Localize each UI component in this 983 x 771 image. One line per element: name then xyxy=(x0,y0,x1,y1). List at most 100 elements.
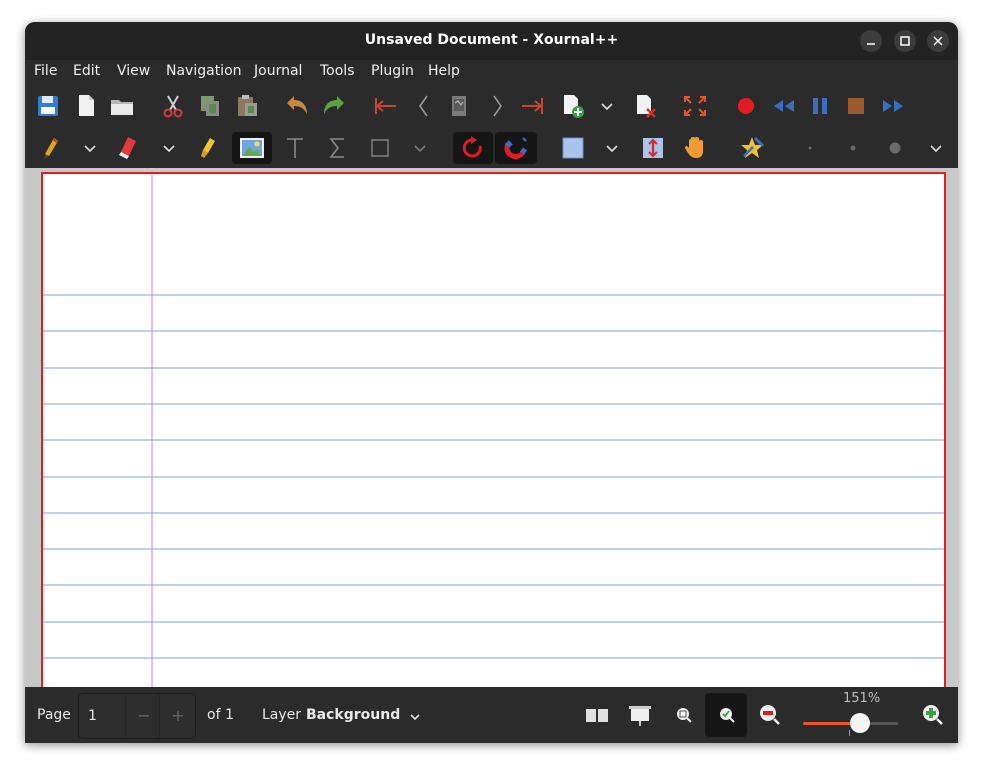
paste-button[interactable] xyxy=(230,90,264,122)
stop-button[interactable] xyxy=(839,90,873,122)
page-label: Page xyxy=(37,707,71,723)
maximize-button[interactable] xyxy=(894,30,916,52)
pause-button[interactable] xyxy=(803,90,837,122)
image-icon xyxy=(240,138,264,158)
goto-page-button[interactable] xyxy=(442,90,476,122)
first-page-button[interactable] xyxy=(368,90,402,122)
rewind-button[interactable] xyxy=(767,90,801,122)
undo-button[interactable] xyxy=(280,90,314,122)
menu-tools[interactable]: Tools xyxy=(320,63,355,79)
dual-page-button[interactable] xyxy=(580,698,614,732)
fullscreen-button[interactable] xyxy=(678,90,712,122)
pause-icon xyxy=(813,98,827,114)
zoom-100-icon xyxy=(720,708,735,723)
menu-journal[interactable]: Journal xyxy=(254,63,302,79)
menu-file[interactable]: File xyxy=(34,63,57,79)
chevron-down-icon[interactable] xyxy=(407,709,423,725)
zoom-slider-handle[interactable] xyxy=(850,713,870,733)
pen-dropdown[interactable] xyxy=(80,132,100,164)
fill-color-dropdown[interactable] xyxy=(602,132,622,164)
paste-icon xyxy=(238,95,257,116)
cut-icon xyxy=(163,95,183,118)
chevron-down-icon xyxy=(606,145,618,153)
rotation-snap-button[interactable] xyxy=(453,132,493,164)
menu-edit[interactable]: Edit xyxy=(73,63,100,79)
last-page-icon xyxy=(522,98,543,114)
zoom-out-button[interactable] xyxy=(752,698,786,732)
document-page[interactable] xyxy=(41,172,946,696)
undo-icon xyxy=(287,96,307,114)
text-tool-button[interactable] xyxy=(278,132,312,164)
delete-page-button[interactable] xyxy=(628,90,662,122)
document-canvas[interactable] xyxy=(25,168,958,696)
highlighter-button[interactable] xyxy=(191,132,225,164)
size-fine-icon xyxy=(850,145,856,151)
menu-help[interactable]: Help xyxy=(428,63,460,79)
new-page-dropdown[interactable] xyxy=(597,90,617,122)
chevron-down-icon xyxy=(163,145,175,153)
close-icon xyxy=(933,36,943,46)
title-bar[interactable]: Unsaved Document - Xournal++ xyxy=(25,22,958,60)
page-number-input[interactable]: 1 xyxy=(88,708,97,724)
menu-navigation[interactable]: Navigation xyxy=(166,63,242,79)
size-medium-icon xyxy=(889,142,901,154)
fill-color-button[interactable] xyxy=(556,132,590,164)
open-folder-icon xyxy=(111,100,133,115)
chevron-down-icon xyxy=(930,145,942,153)
highlighter-icon xyxy=(201,138,215,158)
zoom-100-button[interactable] xyxy=(705,693,747,737)
main-toolbar xyxy=(25,86,958,126)
vertical-space-button[interactable] xyxy=(636,132,670,164)
previous-page-button[interactable] xyxy=(407,90,441,122)
zoom-in-button[interactable] xyxy=(915,698,949,732)
page-spinner[interactable]: 1 − + xyxy=(78,693,196,739)
layer-label: Layer xyxy=(262,707,302,723)
chevron-down-icon xyxy=(414,145,426,153)
latex-sigma-icon xyxy=(329,138,344,158)
menu-plugin[interactable]: Plugin xyxy=(371,63,414,79)
grid-snap-magnet-icon xyxy=(504,137,527,159)
shape-dropdown[interactable] xyxy=(410,132,430,164)
layer-select[interactable]: Background xyxy=(306,707,400,723)
fast-forward-button[interactable] xyxy=(876,90,910,122)
new-page-icon xyxy=(564,95,584,118)
page-increment-button[interactable]: + xyxy=(168,706,188,726)
cut-button[interactable] xyxy=(156,90,190,122)
pen-button[interactable] xyxy=(34,132,68,164)
eraser-dropdown[interactable] xyxy=(159,132,179,164)
size-very-fine-button[interactable] xyxy=(793,132,827,164)
hand-button[interactable] xyxy=(679,132,713,164)
default-tools-button[interactable] xyxy=(735,132,769,164)
open-button[interactable] xyxy=(105,90,139,122)
new-page-button[interactable] xyxy=(555,90,589,122)
page-decrement-button[interactable]: − xyxy=(134,706,154,726)
status-bar: Page 1 − + of 1 Layer Background 151% xyxy=(25,687,958,743)
new-document-button[interactable] xyxy=(69,90,103,122)
fill-color-icon xyxy=(562,137,584,159)
image-tool-button[interactable] xyxy=(232,132,272,164)
latex-button[interactable] xyxy=(321,132,355,164)
new-document-icon xyxy=(79,95,94,116)
toolbar-overflow-dropdown[interactable] xyxy=(926,132,946,164)
ruled-paper xyxy=(43,174,944,694)
record-button[interactable] xyxy=(729,90,763,122)
presentation-mode-button[interactable] xyxy=(623,698,657,732)
chevron-down-icon xyxy=(84,145,96,153)
size-fine-button[interactable] xyxy=(836,132,870,164)
redo-button[interactable] xyxy=(317,90,351,122)
copy-button[interactable] xyxy=(193,90,227,122)
last-page-button[interactable] xyxy=(516,90,550,122)
grid-snap-button[interactable] xyxy=(495,132,537,164)
menu-view[interactable]: View xyxy=(117,63,150,79)
size-medium-button[interactable] xyxy=(878,132,912,164)
fullscreen-icon xyxy=(684,96,706,116)
zoom-fit-button[interactable] xyxy=(666,698,700,732)
previous-page-icon xyxy=(419,95,428,117)
close-button[interactable] xyxy=(927,30,949,52)
eraser-button[interactable] xyxy=(111,132,145,164)
save-button[interactable] xyxy=(31,90,65,122)
next-page-button[interactable] xyxy=(480,90,514,122)
rewind-icon xyxy=(774,100,794,112)
minimize-button[interactable] xyxy=(860,30,882,52)
shape-button[interactable] xyxy=(363,132,397,164)
